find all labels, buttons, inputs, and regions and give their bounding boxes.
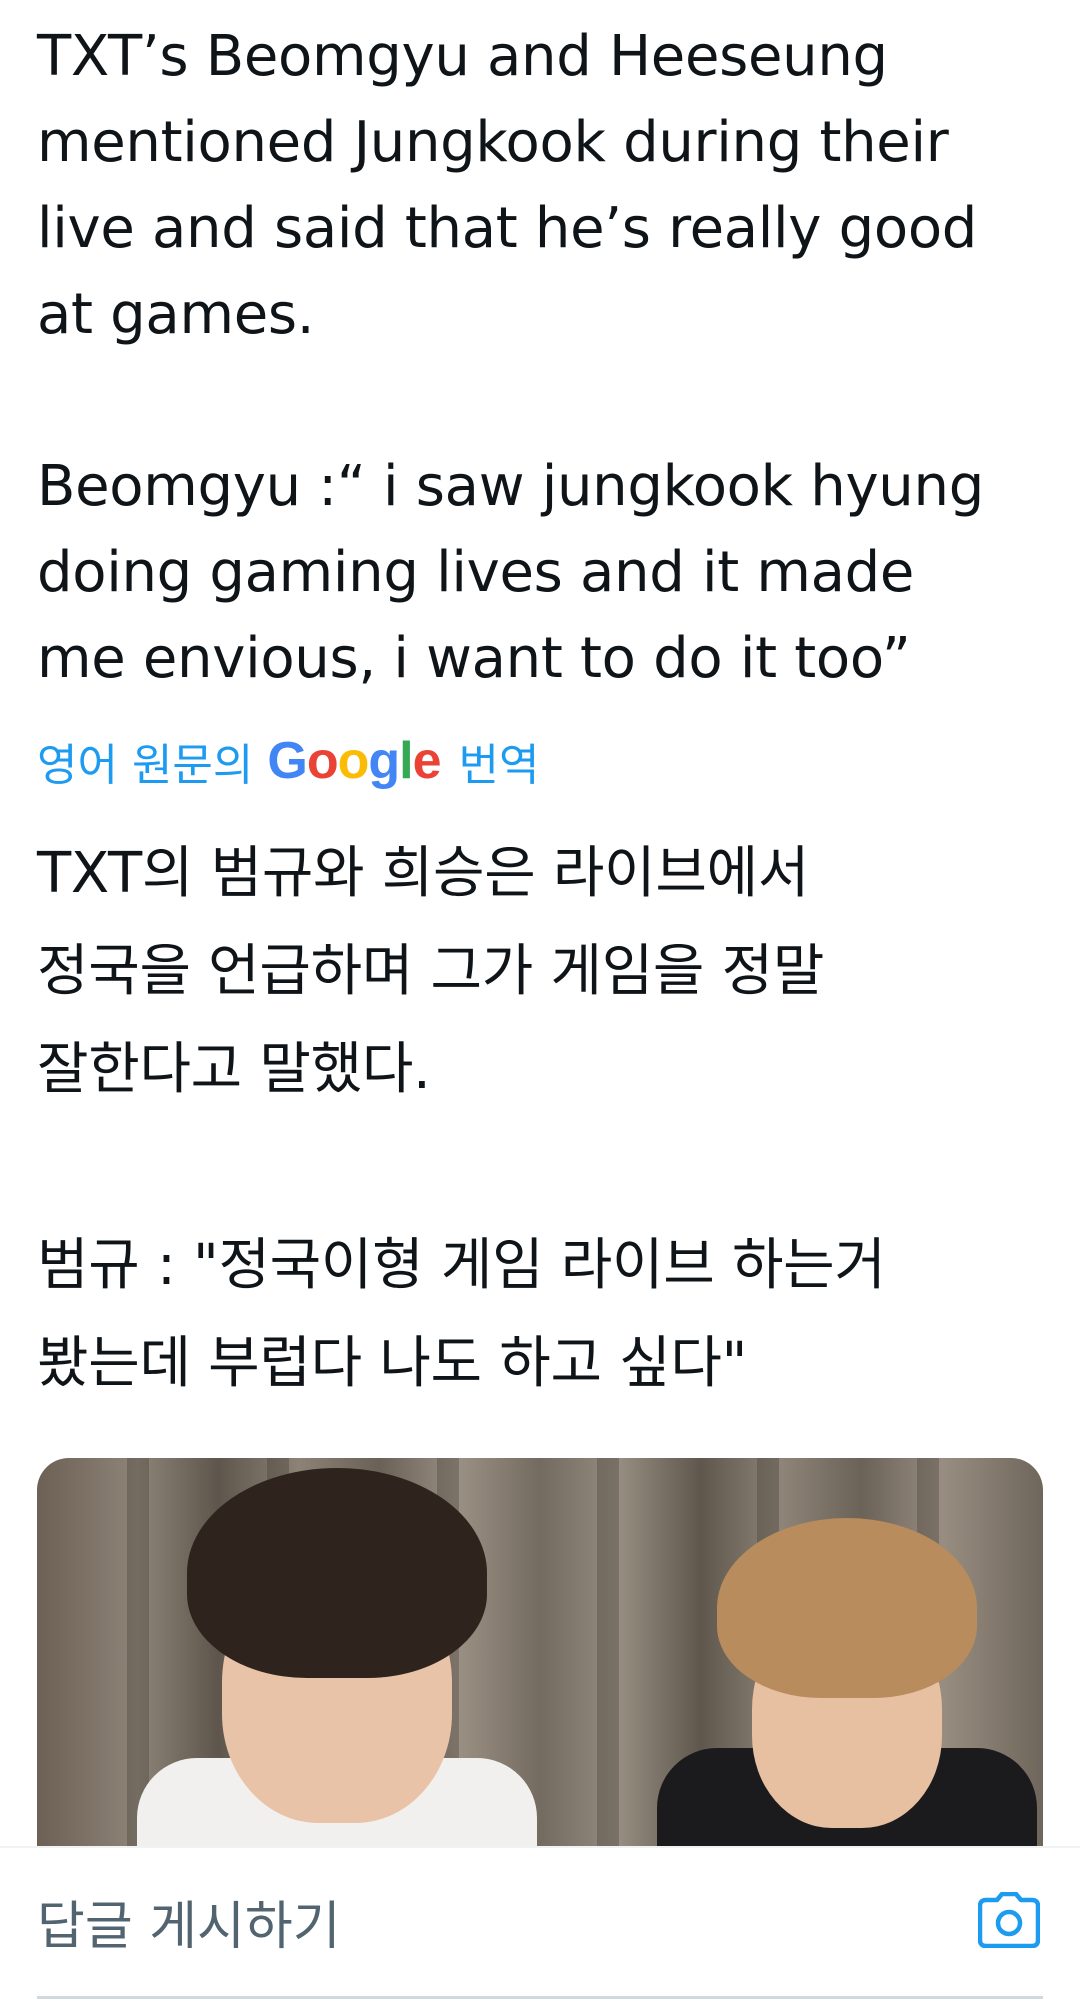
reply-input-underline (37, 1996, 1043, 1999)
translate-prefix: 영어 원문의 (37, 740, 254, 791)
reply-input[interactable]: 답글 게시하기 (37, 1884, 341, 1959)
tweet-text-original: TXT’s Beomgyu and Heeseung mentioned Jun… (37, 24, 984, 691)
google-letter: G (267, 732, 307, 790)
tweet-media-image[interactable] (37, 1458, 1043, 1858)
person-right (657, 1498, 1037, 1858)
google-letter: g (368, 732, 400, 790)
camera-icon[interactable] (977, 1891, 1041, 1949)
google-logo: Google (267, 731, 442, 791)
translate-link[interactable]: 영어 원문의 Google 번역 (37, 728, 539, 794)
google-letter: o (306, 732, 339, 790)
google-letter: e (412, 732, 442, 790)
google-letter: l (399, 732, 413, 790)
tweet-text-translated: TXT의 범규와 희승은 라이브에서 정국을 언급하며 그가 게임을 정말 잘한… (37, 841, 886, 1396)
reply-composer: 답글 게시하기 (0, 1846, 1080, 2011)
person-left (127, 1468, 547, 1858)
translate-suffix: 번역 (458, 740, 540, 791)
google-letter: o (337, 732, 370, 790)
